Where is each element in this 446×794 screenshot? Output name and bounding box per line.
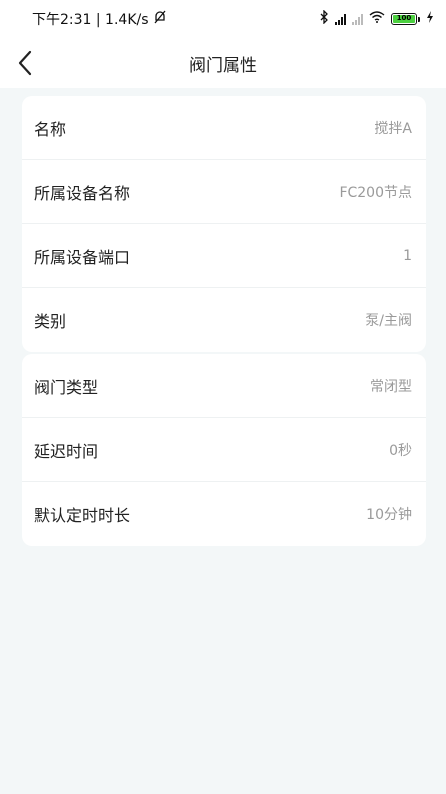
row-value: FC200节点 (339, 184, 412, 201)
mute-bell-icon (153, 10, 167, 28)
row-value: 常闭型 (370, 378, 412, 395)
row-label: 所属设备名称 (34, 183, 131, 203)
page-title: 阀门属性 (189, 55, 257, 76)
signal-icon (335, 13, 346, 25)
row-label: 类别 (34, 312, 67, 331)
row-device-name[interactable]: 所属设备名称 FC200节点 (22, 160, 426, 224)
row-category[interactable]: 类别 泵/主阀 (22, 288, 426, 352)
bluetooth-icon (319, 9, 329, 28)
row-label: 名称 (34, 119, 67, 139)
status-time-speed: 下午2:31 | 1.4K/s (32, 12, 149, 28)
row-label: 延迟时间 (34, 441, 99, 461)
chevron-left-icon (18, 50, 32, 76)
basic-info-card: 名称 搅拌A 所属设备名称 FC200节点 所属设备端口 1 类别 泵/主阀 (22, 96, 426, 352)
battery-level: 100 (393, 15, 415, 23)
row-valve-type[interactable]: 阀门类型 常闭型 (22, 354, 426, 418)
row-device-port[interactable]: 所属设备端口 1 (22, 224, 426, 288)
row-value: 10分钟 (366, 507, 412, 523)
row-name[interactable]: 名称 搅拌A (22, 96, 426, 160)
row-label: 所属设备端口 (34, 247, 131, 267)
wifi-icon (369, 11, 385, 27)
status-bar: 下午2:31 | 1.4K/s 100 (0, 0, 446, 38)
status-right: 100 (319, 9, 434, 28)
battery-icon: 100 (391, 13, 420, 25)
row-value: 泵/主阀 (365, 313, 412, 329)
row-value: 1 (403, 247, 412, 264)
row-label: 阀门类型 (34, 377, 99, 397)
valve-settings-card: 阀门类型 常闭型 延迟时间 0秒 默认定时时长 10分钟 (22, 354, 426, 546)
charging-icon (426, 11, 434, 27)
signal-2-icon (352, 13, 363, 25)
back-button[interactable] (8, 46, 42, 80)
row-value: 0秒 (389, 442, 412, 459)
row-default-timer[interactable]: 默认定时时长 10分钟 (22, 482, 426, 546)
nav-bar: 阀门属性 (0, 38, 446, 88)
row-delay-time[interactable]: 延迟时间 0秒 (22, 418, 426, 482)
row-label: 默认定时时长 (34, 506, 131, 525)
row-value: 搅拌A (374, 120, 412, 137)
status-left: 下午2:31 | 1.4K/s (32, 9, 167, 29)
